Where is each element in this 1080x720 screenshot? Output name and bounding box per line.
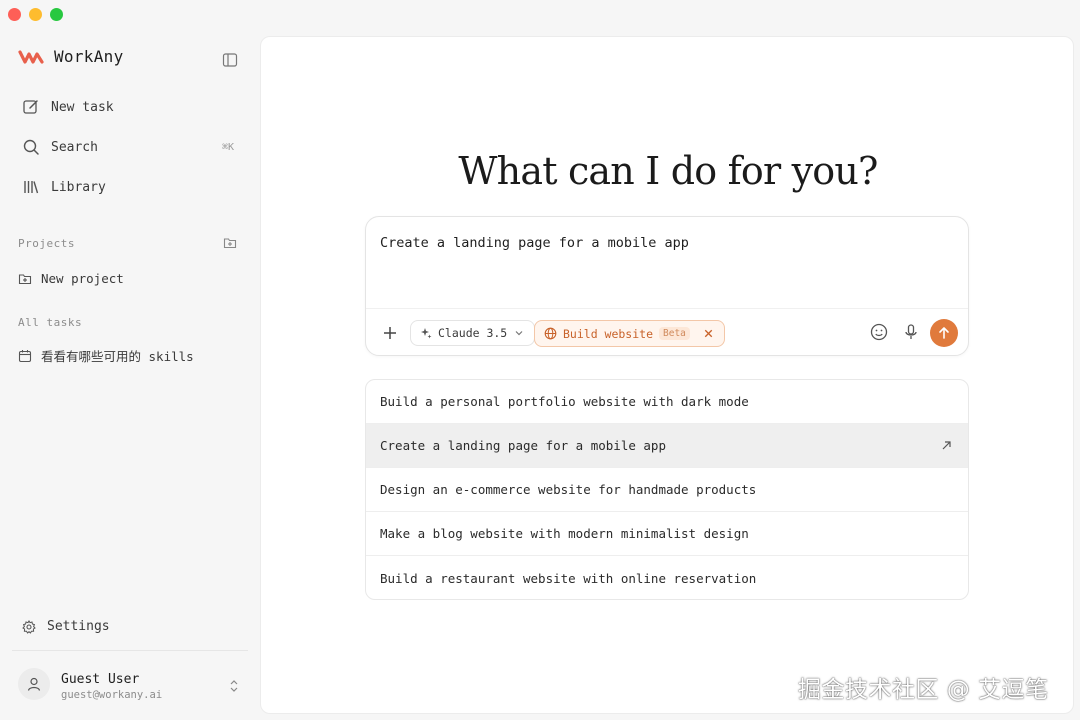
composer-divider bbox=[366, 308, 968, 309]
new-project-item[interactable]: New project bbox=[18, 271, 124, 286]
chevron-down-icon bbox=[515, 331, 523, 336]
suggestion-item[interactable]: Make a blog website with modern minimali… bbox=[366, 512, 968, 556]
sparkle-icon bbox=[421, 328, 432, 339]
window-controls bbox=[8, 8, 63, 21]
user-email: guest@workany.ai bbox=[61, 689, 163, 701]
build-website-label: Build website bbox=[563, 326, 654, 341]
page-title: What can I do for you? bbox=[458, 149, 878, 193]
close-window-button[interactable] bbox=[8, 8, 21, 21]
search-icon bbox=[23, 139, 39, 155]
task-item[interactable]: 看看有哪些可用的 skills bbox=[18, 346, 194, 365]
suggestion-label: Make a blog website with modern minimali… bbox=[380, 526, 749, 541]
nav-search[interactable]: Search bbox=[22, 138, 98, 156]
suggestion-item[interactable]: Build a restaurant website with online r… bbox=[366, 556, 968, 599]
add-attachment-button[interactable] bbox=[382, 325, 398, 341]
suggestion-item-active[interactable]: Create a landing page for a mobile app bbox=[366, 424, 968, 468]
watermark: 掘金技术社区 @ 艾逗笔 bbox=[798, 677, 1049, 703]
user-icon bbox=[27, 677, 41, 691]
settings-label: Settings bbox=[47, 619, 110, 634]
nav-search-label: Search bbox=[51, 139, 98, 155]
app-window: WorkAny New task Search ⌘K Library Proje… bbox=[0, 0, 1080, 720]
sidebar-toggle-icon[interactable] bbox=[222, 52, 238, 68]
model-label: Claude 3.5 bbox=[438, 326, 508, 340]
microphone-icon[interactable] bbox=[901, 322, 921, 342]
suggestion-label: Build a personal portfolio website with … bbox=[380, 394, 749, 409]
nav-library[interactable]: Library bbox=[22, 178, 106, 196]
search-shortcut: ⌘K bbox=[222, 142, 235, 153]
send-button[interactable] bbox=[930, 319, 958, 347]
gear-icon bbox=[22, 619, 36, 634]
emoji-icon[interactable] bbox=[869, 322, 889, 342]
main-panel: What can I do for you? Create a landing … bbox=[260, 36, 1074, 714]
suggestion-label: Create a landing page for a mobile app bbox=[380, 438, 666, 453]
prompt-composer: Create a landing page for a mobile app C… bbox=[365, 216, 969, 356]
model-selector[interactable]: Claude 3.5 bbox=[410, 320, 536, 346]
all-tasks-heading: All tasks bbox=[18, 316, 83, 329]
nav-new-task-label: New task bbox=[51, 99, 114, 115]
calendar-icon bbox=[18, 349, 32, 362]
suggestion-list: Build a personal portfolio website with … bbox=[365, 379, 969, 600]
library-icon bbox=[24, 181, 39, 194]
globe-icon bbox=[544, 327, 557, 340]
prompt-input[interactable]: Create a landing page for a mobile app bbox=[380, 235, 689, 251]
nav-new-task[interactable]: New task bbox=[22, 98, 114, 116]
suggestion-label: Design an e-commerce website for handmad… bbox=[380, 482, 757, 497]
arrow-up-icon bbox=[939, 327, 949, 339]
new-project-label: New project bbox=[41, 271, 124, 286]
sidebar-divider bbox=[12, 650, 248, 651]
minimize-window-button[interactable] bbox=[29, 8, 42, 21]
chevron-up-down-icon bbox=[230, 680, 238, 692]
projects-heading: Projects bbox=[18, 237, 75, 250]
arrow-up-right-icon bbox=[942, 441, 951, 450]
nav-library-label: Library bbox=[51, 179, 106, 195]
edit-icon bbox=[23, 100, 38, 114]
workany-logo-icon bbox=[18, 49, 44, 64]
suggestion-item[interactable]: Design an e-commerce website for handmad… bbox=[366, 468, 968, 512]
add-project-folder-icon[interactable] bbox=[223, 236, 237, 250]
build-website-mode-chip[interactable]: Build website Beta bbox=[534, 320, 725, 347]
app-name: WorkAny bbox=[54, 47, 124, 66]
user-name: Guest User bbox=[61, 672, 140, 687]
suggestion-item[interactable]: Build a personal portfolio website with … bbox=[366, 380, 968, 424]
suggestion-label: Build a restaurant website with online r… bbox=[380, 570, 757, 586]
avatar bbox=[18, 668, 50, 700]
task-item-label: 看看有哪些可用的 skills bbox=[41, 349, 194, 364]
settings-button[interactable]: Settings bbox=[22, 619, 110, 634]
user-menu[interactable]: Guest User guest@workany.ai bbox=[18, 666, 246, 706]
maximize-window-button[interactable] bbox=[50, 8, 63, 21]
folder-plus-icon bbox=[18, 273, 32, 284]
beta-badge: Beta bbox=[659, 327, 690, 340]
close-icon[interactable] bbox=[702, 327, 715, 340]
brand: WorkAny bbox=[18, 47, 124, 66]
sidebar: WorkAny New task Search ⌘K Library Proje… bbox=[0, 30, 258, 720]
